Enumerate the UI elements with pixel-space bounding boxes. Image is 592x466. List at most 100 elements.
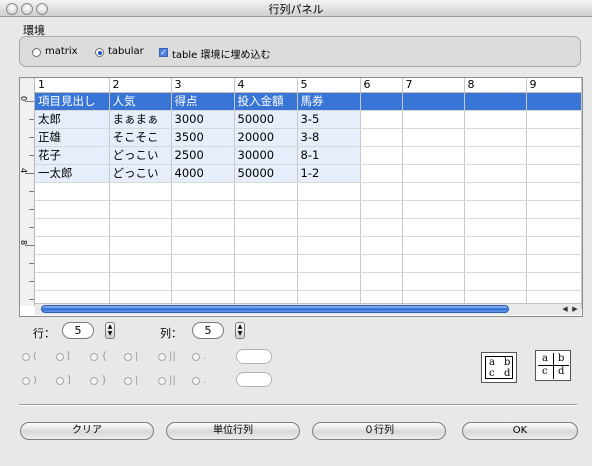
grid-cell[interactable]: 20000 xyxy=(234,128,298,147)
grid-cell[interactable] xyxy=(402,200,465,219)
grid-cell[interactable] xyxy=(360,164,403,183)
grid-cell[interactable] xyxy=(360,110,403,129)
grid-cell[interactable] xyxy=(297,254,361,273)
grid-cell[interactable]: 1-2 xyxy=(297,164,361,183)
grid-cell[interactable] xyxy=(297,218,361,237)
grid-cell[interactable] xyxy=(464,200,527,219)
grid-cell[interactable]: 50000 xyxy=(234,110,298,129)
grid-cell[interactable] xyxy=(109,182,172,201)
grid-cell[interactable]: 3000 xyxy=(171,110,235,129)
grid-cell[interactable]: そこそこ xyxy=(109,128,172,147)
grid-cell[interactable] xyxy=(171,218,235,237)
grid-cell[interactable] xyxy=(297,236,361,255)
table-row[interactable]: 項目見出し 人気 得点 投入金額 馬券 xyxy=(35,92,582,111)
grid-cell[interactable] xyxy=(360,200,403,219)
grid-cell[interactable] xyxy=(171,200,235,219)
grid-cell[interactable] xyxy=(109,236,172,255)
grid-cell[interactable] xyxy=(297,272,361,291)
grid-cell[interactable] xyxy=(464,236,527,255)
table-row[interactable] xyxy=(35,254,582,273)
scroll-thumb[interactable] xyxy=(41,305,509,313)
grid-cell[interactable] xyxy=(360,146,403,165)
grid-cell[interactable] xyxy=(402,218,465,237)
grid-cell[interactable] xyxy=(464,146,527,165)
lined-style-preview[interactable]: a b c d xyxy=(535,350,571,381)
grid-cell[interactable] xyxy=(526,128,582,147)
grid-cell[interactable] xyxy=(234,200,298,219)
grid-cell[interactable] xyxy=(35,254,110,273)
table-row[interactable] xyxy=(35,200,582,219)
grid-cell[interactable] xyxy=(464,254,527,273)
grid-cell[interactable] xyxy=(109,218,172,237)
grid-cell[interactable] xyxy=(171,272,235,291)
grid-cell[interactable]: 8-1 xyxy=(297,146,361,165)
grid-cell[interactable]: 3-5 xyxy=(297,110,361,129)
grid-cell[interactable] xyxy=(402,254,465,273)
grid-cell[interactable]: 正雄 xyxy=(35,128,110,147)
grid-cell[interactable] xyxy=(526,200,582,219)
right-delimiter-radio[interactable] xyxy=(90,377,98,385)
grid-cell[interactable]: 一太郎 xyxy=(35,164,110,183)
grid-cell[interactable] xyxy=(464,218,527,237)
grid-cell[interactable] xyxy=(464,272,527,291)
embed-table-checkbox[interactable]: ✓ xyxy=(159,48,168,57)
grid-cell[interactable]: まぁまぁ xyxy=(109,110,172,129)
grid-cell[interactable] xyxy=(35,200,110,219)
arrow-left-icon[interactable]: ◀ xyxy=(560,304,570,314)
grid-cell[interactable] xyxy=(360,218,403,237)
grid-cell[interactable] xyxy=(464,164,527,183)
grid-cell[interactable] xyxy=(360,182,403,201)
grid-cell[interactable] xyxy=(526,110,582,129)
unit-matrix-button[interactable]: 単位行列 xyxy=(166,422,300,440)
left-delimiter-radio[interactable] xyxy=(90,353,98,361)
cols-stepper[interactable]: ▲ ▼ xyxy=(235,322,245,339)
grid-cell[interactable] xyxy=(464,92,527,111)
grid-cell[interactable] xyxy=(360,272,403,291)
grid-cell[interactable]: どっこい xyxy=(109,164,172,183)
right-delimiter-radio[interactable] xyxy=(22,377,30,385)
left-delimiter-field[interactable] xyxy=(236,349,272,364)
matrix-grid[interactable]: 048 1 2 3 4 5 6 7 8 9 項目見出し 人気 得点 投入金額 馬券 太郎 まぁまぁ 3000 50… xyxy=(19,77,583,317)
tabular-radio[interactable] xyxy=(95,48,104,57)
grid-cell[interactable] xyxy=(297,182,361,201)
grid-cell[interactable]: 馬券 xyxy=(297,92,361,111)
horizontal-scrollbar[interactable]: ◀ ▶ xyxy=(35,303,581,315)
grid-cell[interactable]: 4000 xyxy=(171,164,235,183)
grid-cell[interactable] xyxy=(402,182,465,201)
table-row[interactable] xyxy=(35,218,582,237)
table-row[interactable]: 太郎 まぁまぁ 3000 50000 3-5 xyxy=(35,110,582,129)
grid-cell[interactable] xyxy=(402,128,465,147)
grid-cell[interactable] xyxy=(109,200,172,219)
rows-stepper[interactable]: ▲ ▼ xyxy=(105,322,115,339)
grid-cell[interactable]: 50000 xyxy=(234,164,298,183)
grid-cell[interactable] xyxy=(526,218,582,237)
grid-cell[interactable]: 得点 xyxy=(171,92,235,111)
grid-cell[interactable] xyxy=(464,110,527,129)
matrix-radio[interactable] xyxy=(32,48,41,57)
grid-cell[interactable] xyxy=(402,146,465,165)
grid-cell[interactable] xyxy=(109,272,172,291)
left-delimiter-radio[interactable] xyxy=(192,353,200,361)
left-delimiter-radio[interactable] xyxy=(56,353,64,361)
grid-cell[interactable] xyxy=(464,128,527,147)
grid-cell[interactable]: 投入金額 xyxy=(234,92,298,111)
right-delimiter-radio[interactable] xyxy=(158,377,166,385)
grid-cell[interactable] xyxy=(360,92,403,111)
grid-cell[interactable] xyxy=(464,182,527,201)
grid-cell[interactable] xyxy=(171,236,235,255)
grid-cell[interactable] xyxy=(234,218,298,237)
grid-cell[interactable]: 3500 xyxy=(171,128,235,147)
table-row[interactable] xyxy=(35,272,582,291)
grid-cell[interactable] xyxy=(171,254,235,273)
grid-cell[interactable]: 30000 xyxy=(234,146,298,165)
ok-button[interactable]: OK xyxy=(462,422,578,440)
grid-cell[interactable] xyxy=(402,110,465,129)
grid-cell[interactable]: どっこい xyxy=(109,146,172,165)
grid-cell[interactable] xyxy=(526,146,582,165)
right-delimiter-field[interactable] xyxy=(236,372,272,387)
right-delimiter-radio[interactable] xyxy=(56,377,64,385)
grid-cell[interactable]: 人気 xyxy=(109,92,172,111)
right-delimiter-radio[interactable] xyxy=(192,377,200,385)
grid-cell[interactable] xyxy=(35,236,110,255)
grid-cell[interactable] xyxy=(234,272,298,291)
